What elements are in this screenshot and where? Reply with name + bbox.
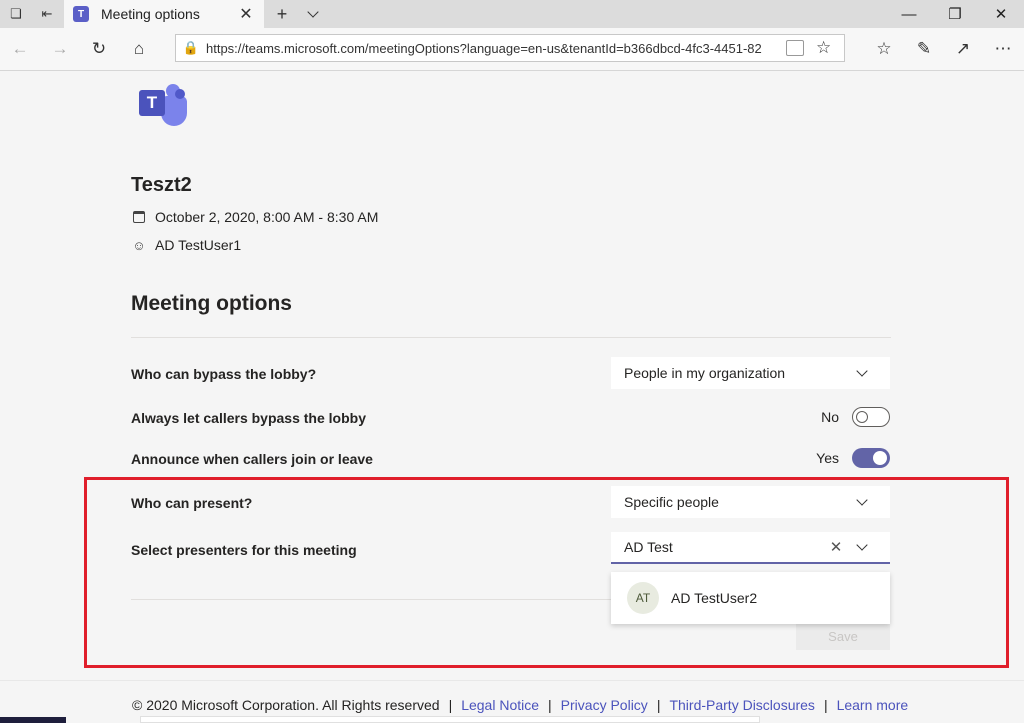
privacy-policy-link[interactable]: Privacy Policy	[561, 697, 648, 713]
callers-bypass-toggle[interactable]	[852, 407, 890, 427]
favorite-star-icon[interactable]: ☆	[816, 38, 831, 58]
highlight-box	[84, 477, 1009, 668]
pen-icon[interactable]: ✎	[912, 38, 936, 60]
set-aside-tabs-icon[interactable]: ⇤	[37, 4, 57, 24]
url-field[interactable]: 🔒 https://teams.microsoft.com/meetingOpt…	[175, 34, 845, 62]
announce-toggle-group: Yes	[800, 448, 890, 468]
taskbar-edge	[0, 717, 66, 723]
tab-actions-icon[interactable]: ❏	[6, 4, 26, 24]
section-title: Meeting options	[131, 292, 292, 315]
tab-title: Meeting options	[101, 6, 200, 22]
favorites-list-icon[interactable]: ☆	[872, 38, 896, 60]
refresh-icon[interactable]: ↻	[87, 38, 111, 60]
lock-icon: 🔒	[182, 40, 200, 55]
reading-view-icon[interactable]	[786, 40, 804, 56]
new-tab-icon[interactable]: +	[272, 4, 292, 24]
browser-tab[interactable]: T Meeting options ✕	[64, 0, 264, 28]
callers-bypass-label: Always let callers bypass the lobby	[131, 410, 366, 426]
copyright-text: © 2020 Microsoft Corporation. All Rights…	[132, 697, 440, 713]
teams-logo-icon: T	[139, 84, 189, 128]
bypass-lobby-label: Who can bypass the lobby?	[131, 366, 317, 382]
restore-icon[interactable]: ❐	[932, 0, 978, 28]
address-bar-row: ← → ↻ ⌂ 🔒 https://teams.microsoft.com/me…	[0, 28, 1024, 71]
announce-toggle[interactable]	[852, 448, 890, 468]
more-options-icon[interactable]: ⋯	[991, 38, 1015, 60]
home-icon[interactable]: ⌂	[127, 38, 151, 60]
legal-notice-link[interactable]: Legal Notice	[461, 697, 539, 713]
browser-tab-bar: ❏ ⇤ T Meeting options ✕ + — ❐ ✕	[0, 0, 1024, 28]
learn-more-link[interactable]: Learn more	[837, 697, 909, 713]
share-icon[interactable]: ↗	[951, 38, 975, 60]
callers-bypass-state: No	[821, 409, 839, 425]
meeting-datetime-row: October 2, 2020, 8:00 AM - 8:30 AM	[131, 209, 378, 225]
teams-favicon-icon: T	[73, 6, 89, 22]
calendar-icon	[131, 209, 147, 225]
person-icon: ☺	[132, 237, 146, 253]
forward-arrow-icon[interactable]: →	[48, 38, 72, 60]
divider	[131, 337, 891, 338]
meeting-datetime: October 2, 2020, 8:00 AM - 8:30 AM	[155, 209, 379, 225]
announce-state: Yes	[816, 450, 839, 466]
announce-label: Announce when callers join or leave	[131, 451, 373, 467]
third-party-link[interactable]: Third-Party Disclosures	[669, 697, 814, 713]
callers-bypass-toggle-group: No	[800, 407, 890, 427]
window-close-icon[interactable]: ✕	[978, 0, 1024, 28]
minimize-icon[interactable]: —	[886, 0, 932, 28]
bypass-lobby-value: People in my organization	[624, 365, 786, 381]
meeting-title: Teszt2	[131, 174, 192, 196]
chevron-down-icon	[854, 365, 870, 377]
tab-list-chevron-icon[interactable]	[303, 4, 323, 24]
meeting-organizer-row: ☺ AD TestUser1	[131, 237, 241, 253]
back-arrow-icon[interactable]: ←	[8, 38, 32, 60]
footer-divider	[0, 680, 1024, 681]
meeting-organizer: AD TestUser1	[155, 237, 242, 253]
bypass-lobby-dropdown[interactable]: People in my organization	[611, 357, 890, 389]
footer: © 2020 Microsoft Corporation. All Rights…	[132, 697, 909, 713]
url-text: https://teams.microsoft.com/meetingOptio…	[206, 40, 762, 56]
close-tab-icon[interactable]: ✕	[236, 4, 256, 24]
horizontal-scrollbar[interactable]	[140, 716, 760, 723]
